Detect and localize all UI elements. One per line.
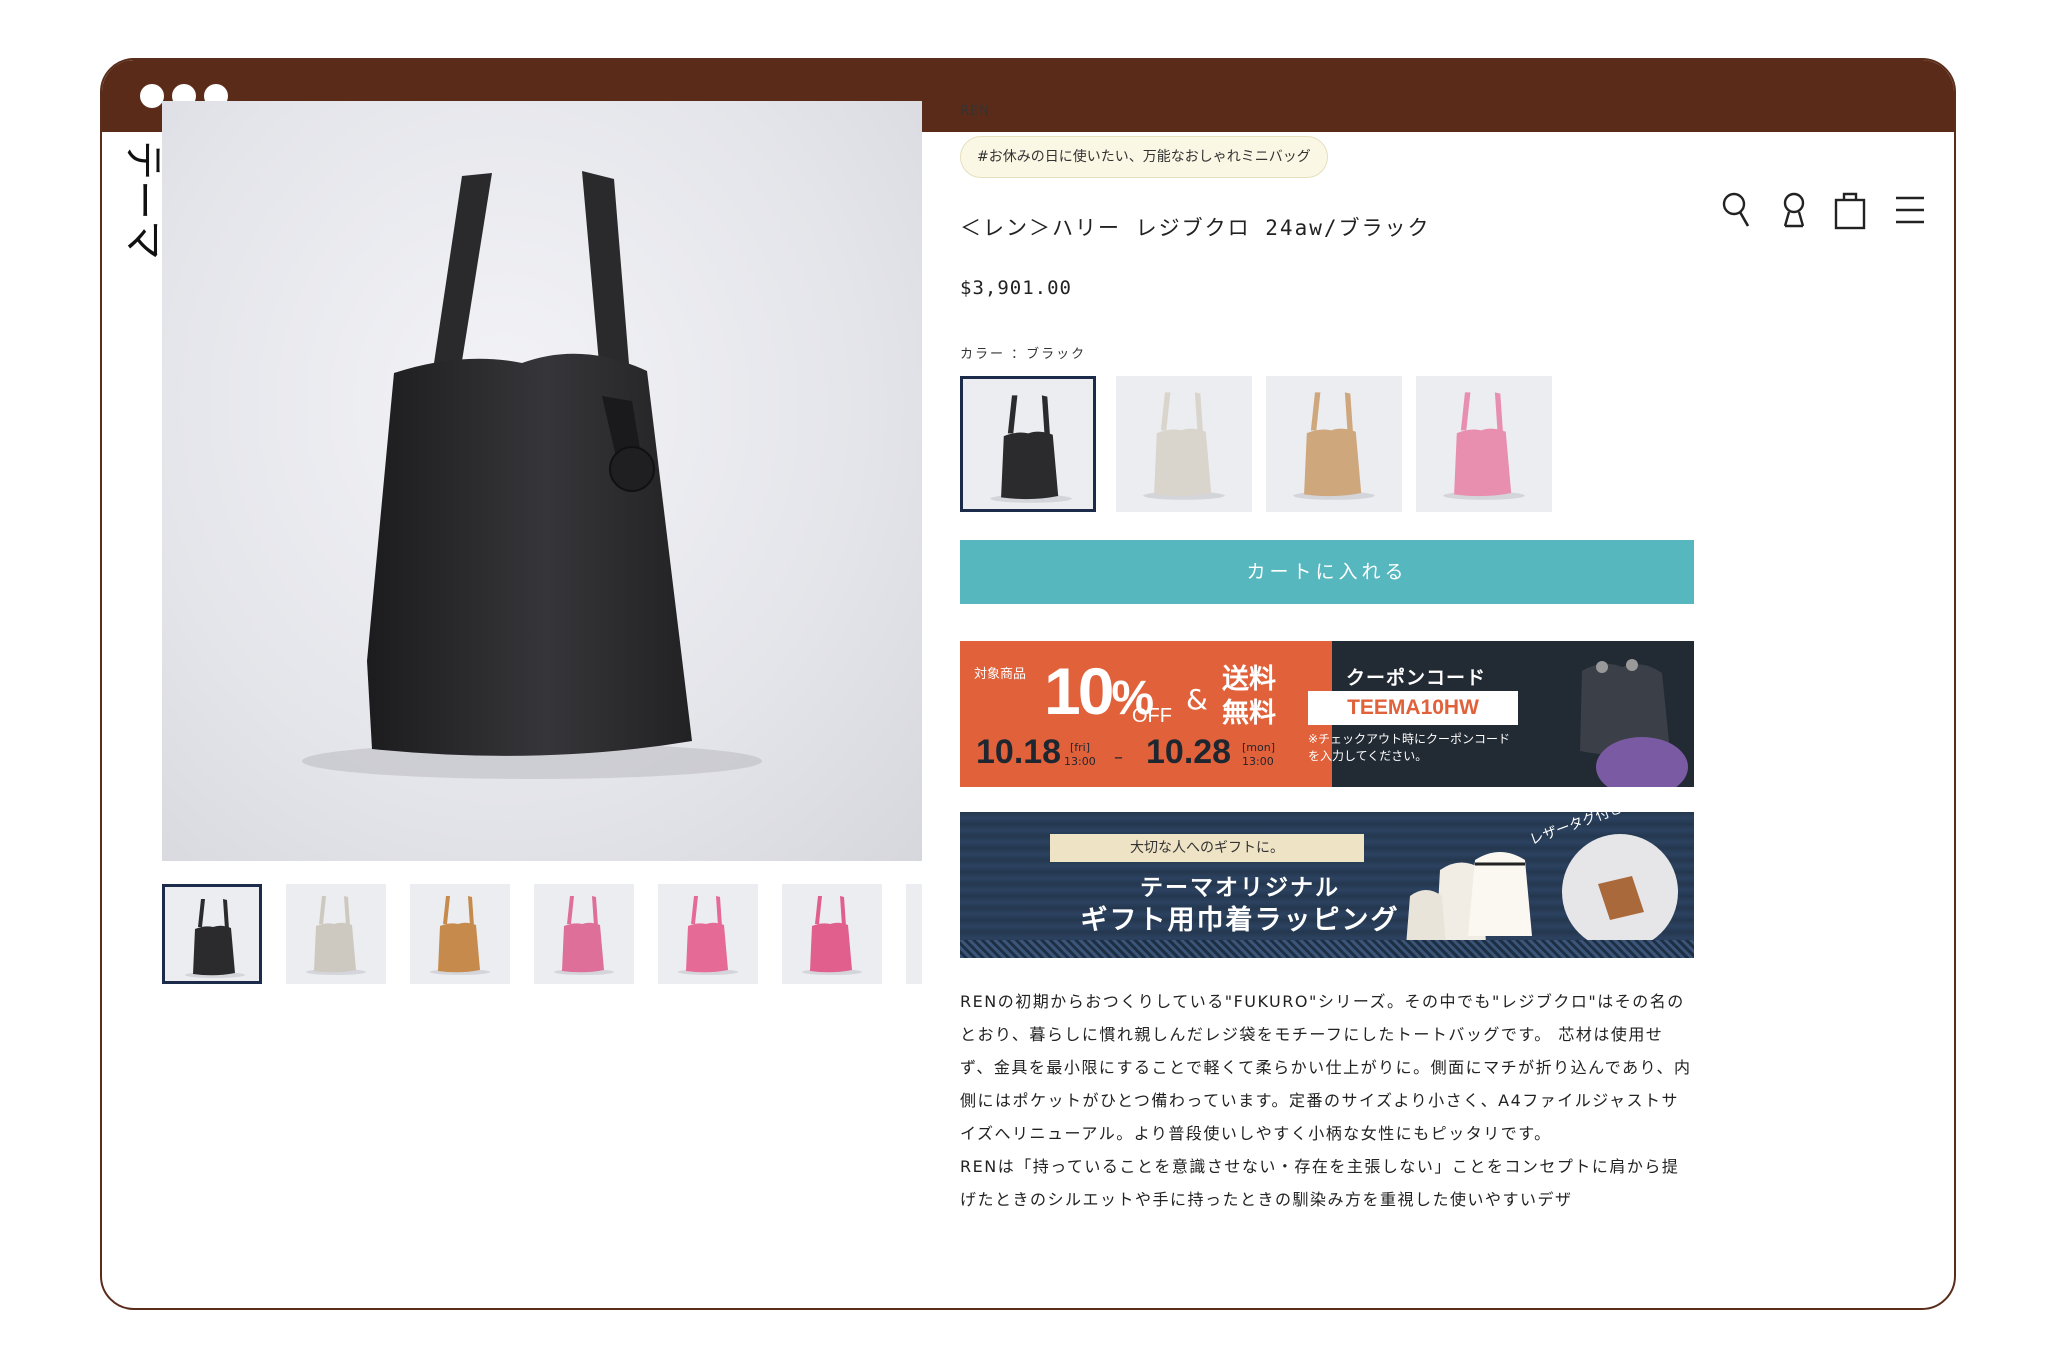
coupon-end-time: 13:00 <box>1242 755 1274 768</box>
account-icon[interactable] <box>1776 190 1812 230</box>
coupon-start-time: 13:00 <box>1064 755 1096 768</box>
coupon-end-date: 10.28 <box>1146 733 1232 771</box>
add-to-cart-button[interactable]: カートに入れる <box>960 540 1694 604</box>
cart-icon[interactable] <box>1832 190 1868 230</box>
coupon-end-day: [mon] <box>1242 741 1275 754</box>
coupon-code[interactable]: TEEMA10HW <box>1308 691 1518 725</box>
search-icon[interactable] <box>1720 190 1756 230</box>
coupon-off: OFF <box>1132 705 1172 727</box>
gallery-thumbnail[interactable] <box>782 884 882 984</box>
gift-banner-stripe <box>960 940 1694 958</box>
description-paragraph-1: RENの初期からおつくりしている"FUKURO"シリーズ。その中でも"レジブクロ… <box>960 992 1692 1143</box>
description-paragraph-2: RENは「持っていることを意識させない・存在を主張しない」ことをコンセプトに肩か… <box>960 1157 1680 1209</box>
coupon-banner[interactable]: 対象商品 10% OFF & 送料 無料 10.18 [fri] 13:00 – … <box>960 641 1694 787</box>
product-title: ＜レン＞ハリー レジブクロ 24aw/ブラック <box>960 216 1431 240</box>
coupon-code-label: クーポンコード <box>1346 667 1487 689</box>
coupon-start-date: 10.18 <box>976 733 1062 771</box>
hashtag-pill[interactable]: #お休みの日に使いたい、万能なおしゃれミニバッグ <box>960 136 1328 178</box>
coupon-note: ※チェックアウト時にクーポンコード を入力してください。 <box>1308 732 1511 763</box>
product-description: RENの初期からおつくりしている"FUKURO"シリーズ。その中でも"レジブクロ… <box>960 985 1696 1216</box>
gallery-thumbnail[interactable] <box>906 884 922 984</box>
coupon-shipping-free: 送料 無料 <box>1222 664 1276 729</box>
thumbnail-strip <box>162 884 922 986</box>
color-label: カラー ：ブラック <box>960 347 1087 362</box>
gallery-thumbnail[interactable] <box>162 884 262 984</box>
window-dot-1[interactable] <box>140 84 164 108</box>
gallery-thumbnail[interactable] <box>658 884 758 984</box>
color-swatch[interactable] <box>1116 376 1252 512</box>
coupon-start-day: [fri] <box>1070 741 1091 754</box>
menu-icon[interactable] <box>1892 190 1928 230</box>
gallery-thumbnail[interactable] <box>410 884 510 984</box>
coupon-amp: & <box>1186 683 1208 716</box>
color-swatch[interactable] <box>1416 376 1552 512</box>
color-swatch[interactable] <box>960 376 1096 512</box>
product-main-image[interactable]: › <box>162 101 922 861</box>
gallery-thumbnail[interactable] <box>534 884 634 984</box>
color-swatch[interactable] <box>1266 376 1402 512</box>
product-price: $3,901.00 <box>960 277 1072 299</box>
logo-kana: テーマ <box>120 140 166 260</box>
gift-wrapping-banner[interactable]: 大切な人へのギフトに。 テーマオリジナル ギフト用巾着ラッピング レザータグ付き <box>960 812 1694 958</box>
coupon-target: 対象商品 <box>974 667 1027 682</box>
brand-name[interactable]: REN <box>960 104 990 119</box>
coupon-banner-left: 対象商品 10% OFF & 送料 無料 10.18 [fri] 13:00 – … <box>960 641 1332 787</box>
coupon-date-dash: – <box>1114 747 1123 768</box>
gallery-thumbnail[interactable] <box>286 884 386 984</box>
